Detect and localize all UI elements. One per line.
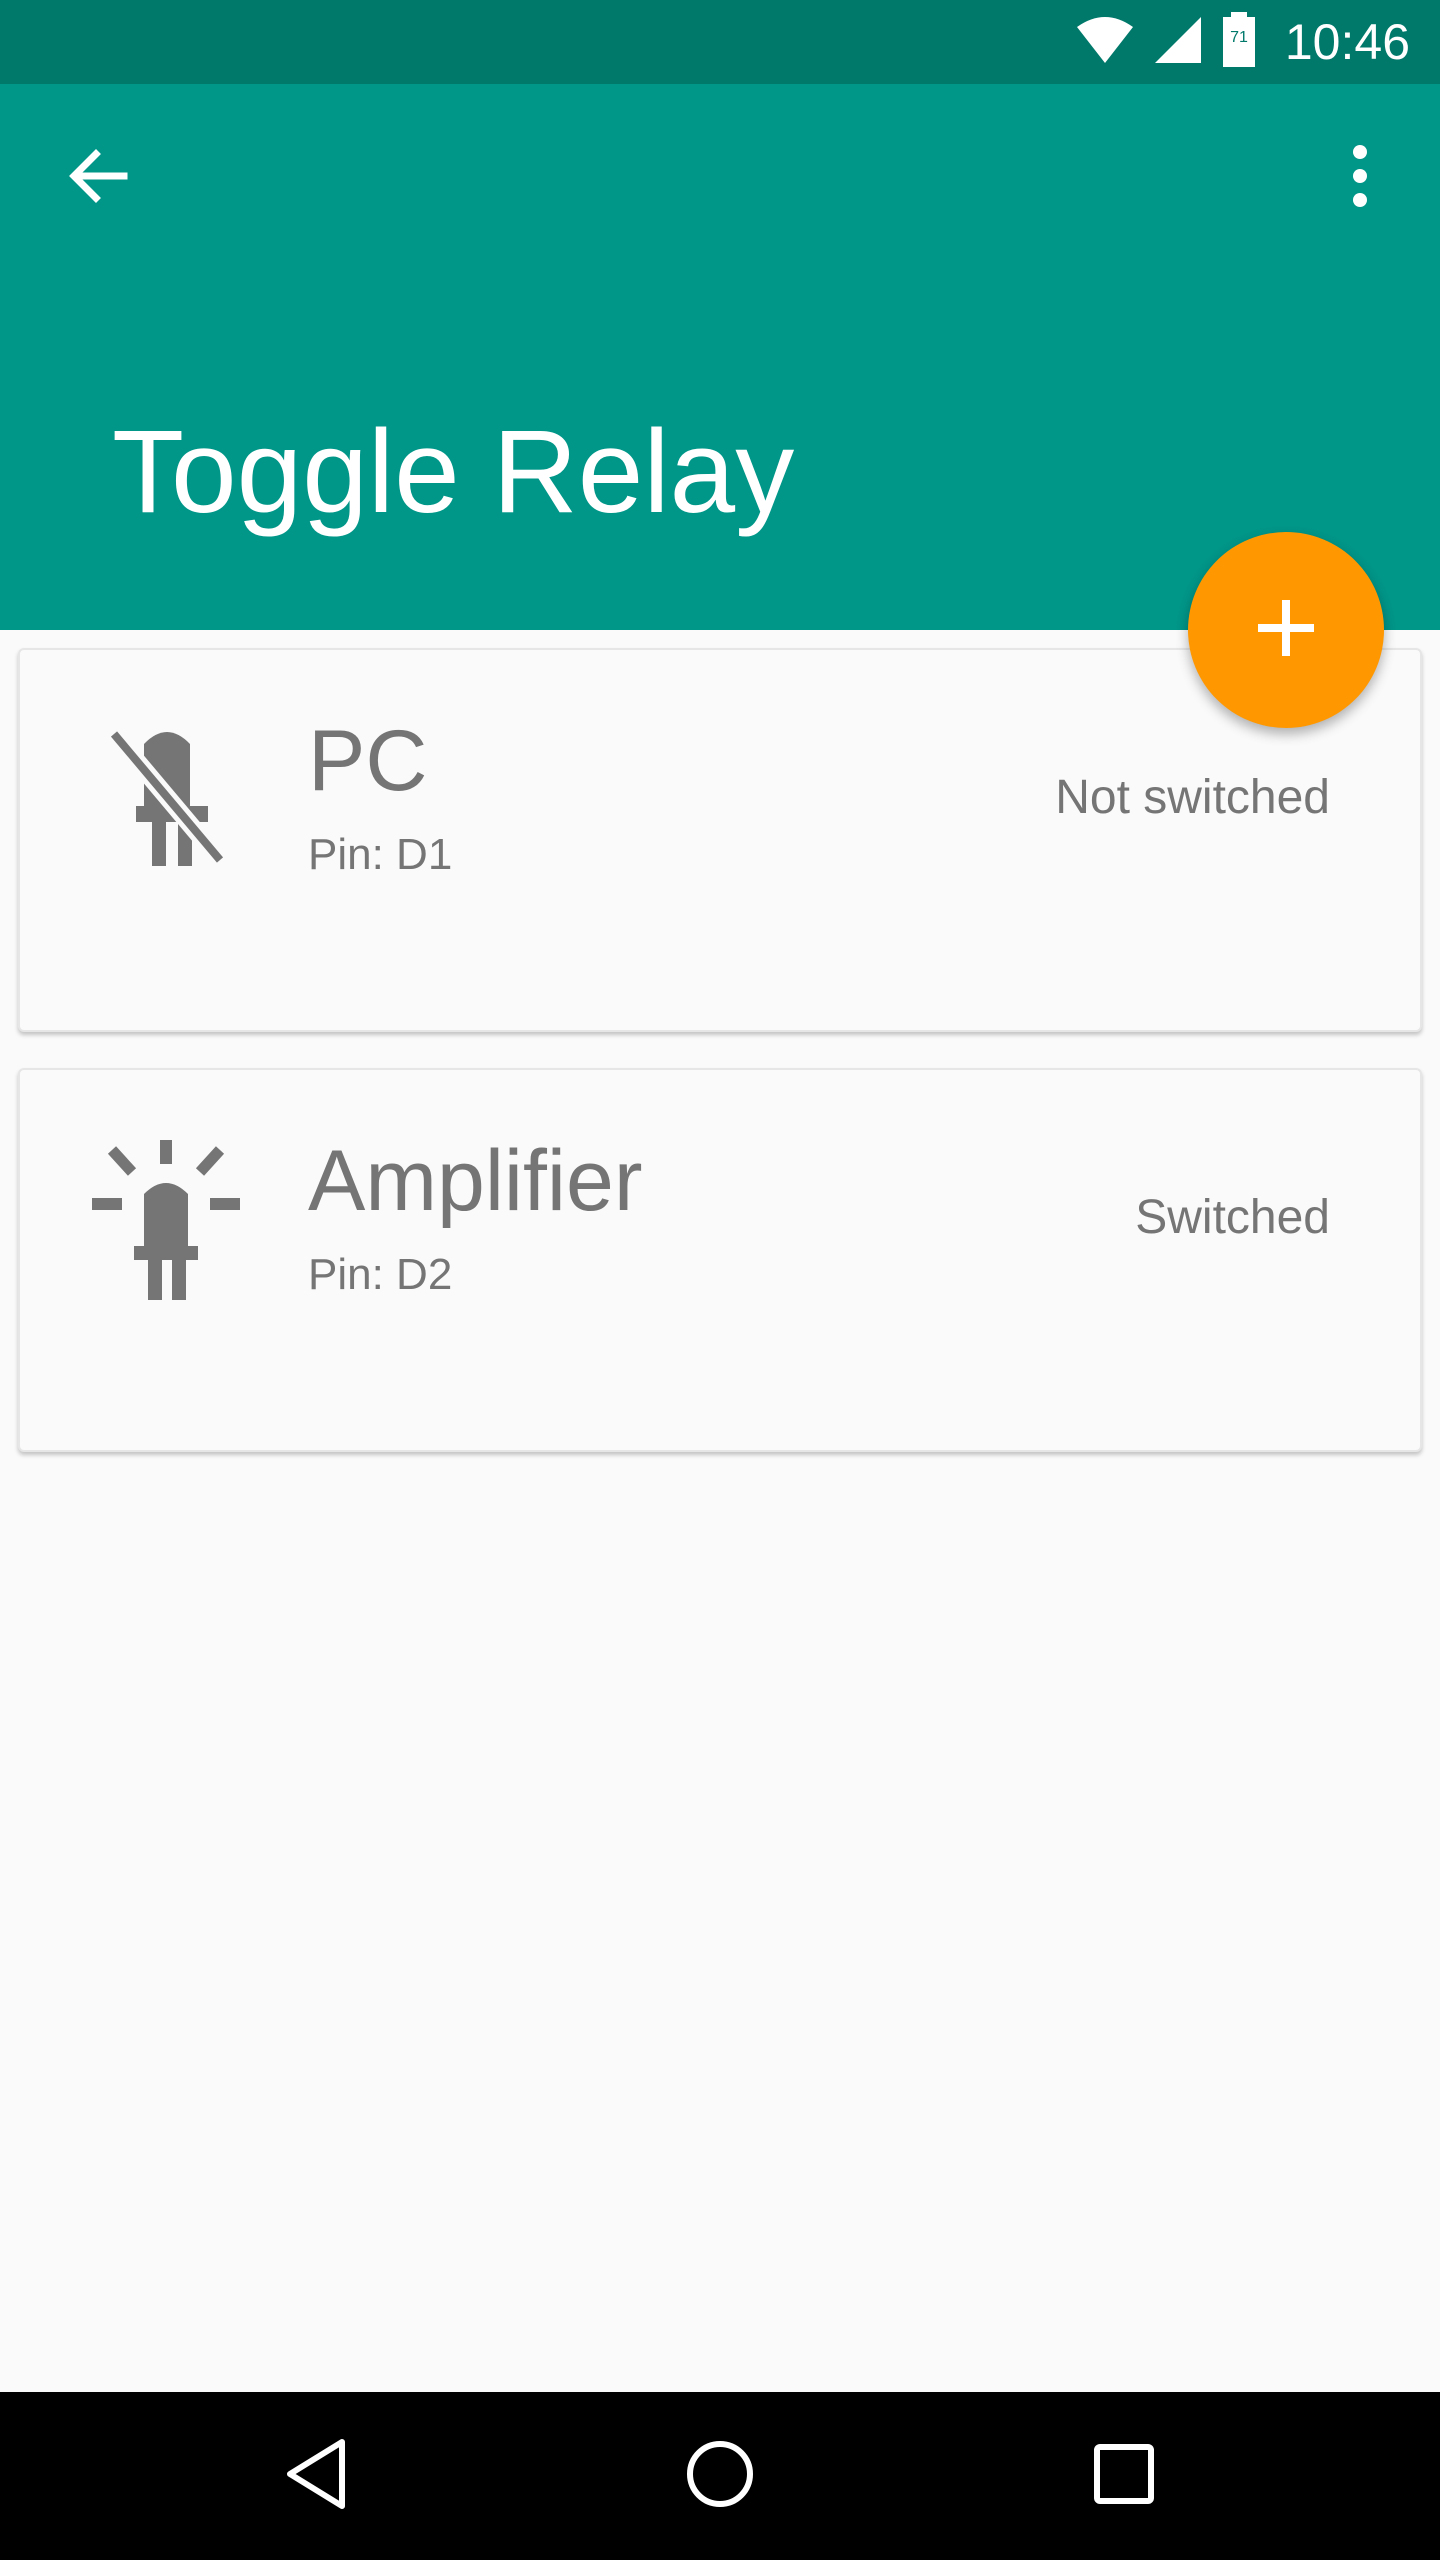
- relay-name: PC: [308, 713, 428, 809]
- relay-status: Switched: [1135, 1191, 1330, 1244]
- arrow-back-icon: [66, 144, 130, 213]
- overflow-menu-button[interactable]: [1320, 128, 1400, 228]
- wifi-icon: [1075, 15, 1135, 70]
- nav-recents-icon: [1093, 2443, 1155, 2510]
- relay-status: Not switched: [1055, 771, 1330, 824]
- relay-card-amplifier[interactable]: Amplifier Pin: D2 Switched: [18, 1068, 1422, 1452]
- add-icon: [1258, 599, 1314, 661]
- add-relay-button[interactable]: [1188, 532, 1384, 728]
- more-vert-icon: [1350, 144, 1370, 213]
- app-bar: Toggle Relay: [0, 84, 1440, 630]
- led-on-icon: [92, 1134, 242, 1320]
- nav-recents-button[interactable]: [1074, 2426, 1174, 2526]
- status-time: 10:46: [1284, 14, 1410, 70]
- relay-pin: Pin: D2: [308, 1250, 453, 1299]
- cell-signal-icon: [1153, 15, 1203, 70]
- page-title: Toggle Relay: [112, 406, 795, 538]
- battery-level-text: 71: [1230, 29, 1248, 46]
- relay-pin: Pin: D1: [308, 830, 453, 879]
- led-off-icon: [92, 720, 242, 900]
- relay-card-pc[interactable]: PC Pin: D1 Not switched: [18, 648, 1422, 1032]
- nav-back-button[interactable]: [266, 2426, 366, 2526]
- nav-home-button[interactable]: [670, 2426, 770, 2526]
- nav-back-icon: [284, 2438, 348, 2515]
- status-icons: 71 10:46: [1075, 0, 1410, 84]
- battery-icon: 71: [1221, 11, 1257, 73]
- navigation-bar: [0, 2392, 1440, 2560]
- relay-name: Amplifier: [308, 1133, 643, 1229]
- nav-home-icon: [685, 2439, 755, 2514]
- back-button[interactable]: [48, 128, 148, 228]
- status-bar: 71 10:46: [0, 0, 1440, 84]
